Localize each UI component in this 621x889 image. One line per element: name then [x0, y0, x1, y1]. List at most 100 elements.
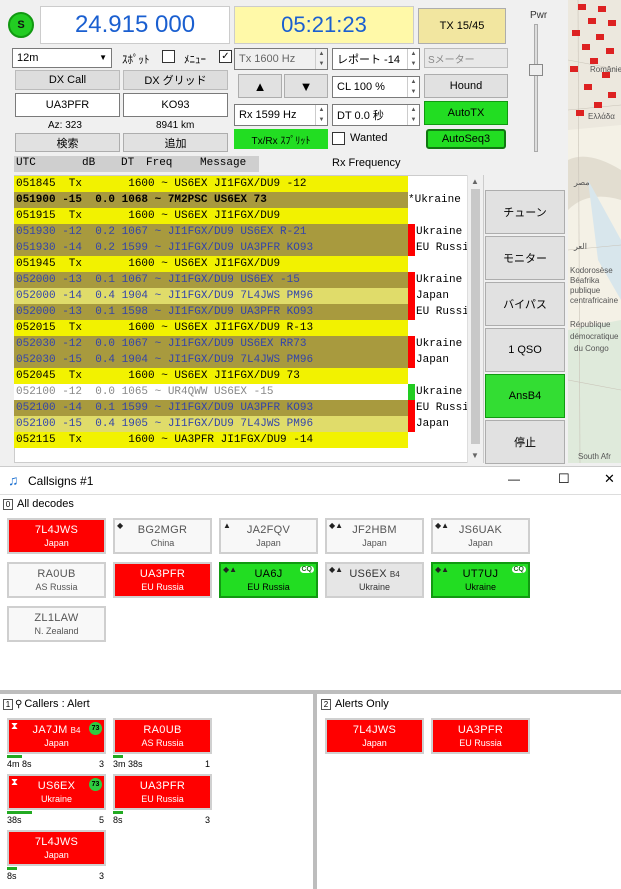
country-text: Japan — [44, 538, 69, 548]
decode-row[interactable]: 051930 -12 0.2 1067 ~ JI1FGX/DU9 US6EX R… — [14, 224, 408, 240]
rx-frequency-spinbox[interactable]: Rx 1599 Hz ▲ ▼ — [234, 104, 328, 126]
callsign-tile[interactable]: UA3PFR EU Russia — [431, 718, 530, 754]
callsign-tile[interactable]: ◆▲ US6EX B4 Ukraine — [325, 562, 424, 598]
callsign-tile[interactable]: ◆ BG2MGR China — [113, 518, 212, 554]
callsign-tile[interactable]: ◆▲ JF2HBM Japan — [325, 518, 424, 554]
callsign-tile[interactable]: RA0UB AS Russia — [113, 718, 212, 754]
map-label: South Afr — [578, 452, 611, 461]
power-slider[interactable] — [529, 24, 543, 152]
status-letter: S — [17, 19, 25, 31]
cl-spinbox[interactable]: CL 100 % ▲ ▼ — [332, 76, 420, 98]
decode-row[interactable]: 052030 -12 0.0 1067 ~ JI1FGX/DU9 US6EX R… — [14, 336, 408, 352]
decode-row-marker — [408, 288, 415, 304]
callsign-tile[interactable]: 7L4JWS Japan — [325, 718, 424, 754]
callsign-tile[interactable]: 7L4JWS Japan — [7, 518, 106, 554]
spot-checkbox[interactable] — [162, 50, 175, 63]
callsign-tile[interactable]: UA3PFR EU Russia — [113, 774, 212, 810]
right-button-5[interactable]: 停止 — [485, 420, 565, 464]
callsign-text: RA0UB — [143, 724, 182, 736]
search-button[interactable]: 検索 — [15, 133, 120, 152]
decode-row[interactable]: 052000 -13 0.1 1598 ~ JI1FGX/DU9 UA3PFR … — [14, 304, 408, 320]
autoseq-button[interactable]: AutoSeq3 — [426, 129, 506, 149]
decode-row[interactable]: 052000 -13 0.1 1067 ~ JI1FGX/DU9 US6EX -… — [14, 272, 408, 288]
country-text: Japan — [468, 538, 493, 548]
decode-row[interactable]: 051845 Tx 1600 ~ US6EX JI1FGX/DU9 -12 — [14, 176, 408, 192]
right-button-0[interactable]: チューン — [485, 190, 565, 234]
right-button-4[interactable]: AnsB4 — [485, 374, 565, 418]
power-slider-track — [534, 24, 538, 152]
decode-row[interactable]: 052000 -14 0.4 1904 ~ JI1FGX/DU9 7L4JWS … — [14, 288, 408, 304]
report-stepper[interactable]: ▲ ▼ — [407, 49, 419, 69]
decode-row[interactable]: 051945 Tx 1600 ~ US6EX JI1FGX/DU9 — [14, 256, 408, 272]
band-select[interactable]: 12m ▼ — [12, 48, 112, 68]
decode-row[interactable]: 052100 -15 0.4 1905 ~ JI1FGX/DU9 7L4JWS … — [14, 416, 408, 432]
callsign-tile[interactable]: UA3PFR EU Russia — [113, 562, 212, 598]
callsign-line: US6EX — [38, 780, 76, 792]
decode-row[interactable]: 052100 -12 0.0 1065 ~ UR4QWW US6EX -15 — [14, 384, 408, 400]
power-slider-handle[interactable] — [529, 64, 543, 76]
right-button-3[interactable]: 1 QSO — [485, 328, 565, 372]
callsign-line: UA3PFR — [458, 724, 503, 736]
decode-row[interactable]: 051930 -14 0.2 1599 ~ JI1FGX/DU9 UA3PFR … — [14, 240, 408, 256]
cl-stepper[interactable]: ▲ ▼ — [407, 77, 419, 97]
decode-row[interactable]: 052015 Tx 1600 ~ US6EX JI1FGX/DU9 R-13 — [14, 320, 408, 336]
callsign-tile[interactable]: ⧗ US6EX Ukraine 73 — [7, 774, 106, 810]
callsign-line: UA3PFR — [140, 780, 185, 792]
decode-row[interactable]: 052100 -14 0.1 1599 ~ JI1FGX/DU9 UA3PFR … — [14, 400, 408, 416]
callsign-tile[interactable]: ▲ JA2FQV Japan — [219, 518, 318, 554]
right-button-1[interactable]: モニター — [485, 236, 565, 280]
callsign-tile[interactable]: ⧗ JA7JM B4 Japan 73 — [7, 718, 106, 754]
scroll-thumb[interactable] — [471, 189, 480, 444]
callsign-tile[interactable]: ZL1LAW N. Zealand — [7, 606, 106, 642]
tx-frequency-spinbox[interactable]: Tx 1600 Hz ▲ ▼ — [234, 48, 328, 70]
decode-row[interactable]: 052045 Tx 1600 ~ US6EX JI1FGX/DU9 73 — [14, 368, 408, 384]
decode-row[interactable]: 051900 -15 0.0 1068 ~ 7M2PSC US6EX 73 — [14, 192, 408, 208]
report-spinbox[interactable]: レポート -14 ▲ ▼ — [332, 48, 420, 70]
callsign-line: UT7UJ — [463, 568, 499, 580]
txrx-split-toggle[interactable]: Tx/Rx ｽﾌﾟﾘｯﾄ — [234, 129, 328, 149]
map-label: démocratique — [570, 332, 619, 341]
diamond-triangle-icon: ▲ — [223, 521, 231, 530]
decode-row[interactable]: 052030 -15 0.4 1904 ~ JI1FGX/DU9 7L4JWS … — [14, 352, 408, 368]
frequency-value: 24.915 000 — [74, 11, 196, 38]
callsign-tile[interactable]: ◆▲ JS6UAK Japan — [431, 518, 530, 554]
scroll-down-icon[interactable]: ▼ — [471, 451, 479, 460]
decode-row[interactable]: 051915 Tx 1600 ~ US6EX JI1FGX/DU9 — [14, 208, 408, 224]
decode-row-marker — [408, 416, 415, 432]
freq-down-button[interactable]: ▼ — [284, 74, 328, 98]
callsign-tile[interactable]: 7L4JWS Japan — [7, 830, 106, 866]
header-freq: Freq — [146, 157, 173, 169]
callsign-tile[interactable]: ◆▲ UA6J EU Russia CQ — [219, 562, 318, 598]
close-icon[interactable]: ✕ — [604, 471, 615, 487]
callsigns-titlebar[interactable]: ♫ Callsigns #1 — ☐ ✕ — [0, 466, 621, 494]
decode-scrollbar[interactable]: ▲ ▼ — [467, 175, 483, 463]
callsign-tile[interactable]: ◆▲ UT7UJ Ukraine CQ — [431, 562, 530, 598]
freq-up-button[interactable]: ▲ — [238, 74, 282, 98]
dx-call-field[interactable]: UA3PFR — [15, 93, 120, 117]
tx-period-button[interactable]: TX 15/45 — [418, 8, 506, 44]
country-text: Japan — [362, 538, 387, 548]
callsign-line: BG2MGR — [138, 524, 187, 536]
hound-button[interactable]: Hound — [424, 74, 508, 98]
spot-label: ｽﾎﾟｯﾄ — [122, 54, 150, 66]
callsign-line: UA3PFR — [140, 568, 185, 580]
world-map: Românie Ελλάδα ﻣﺼﺮ ﺍﻟﻌﺮ Kodorosèse Béafr… — [568, 0, 621, 463]
dt-spinbox[interactable]: DT 0.0 秒 ▲ ▼ — [332, 104, 420, 126]
wanted-checkbox[interactable] — [332, 132, 345, 145]
caller-count: 3 — [205, 815, 211, 825]
rx-frequency-stepper[interactable]: ▲ ▼ — [315, 105, 327, 125]
menu-checkbox[interactable]: ✓ — [219, 50, 232, 63]
dt-stepper[interactable]: ▲ ▼ — [407, 105, 419, 125]
maximize-icon[interactable]: ☐ — [558, 471, 570, 487]
callsign-tile[interactable]: RA0UB AS Russia — [7, 562, 106, 598]
add-button[interactable]: 追加 — [123, 133, 228, 152]
decode-row[interactable]: 052115 Tx 1600 ~ UA3PFR JI1FGX/DU9 -14 — [14, 432, 408, 448]
scroll-up-icon[interactable]: ▲ — [471, 177, 479, 186]
dx-grid-field[interactable]: KO93 — [123, 93, 228, 117]
minimize-icon[interactable]: — — [508, 472, 520, 486]
callsign-text: JA2FQV — [246, 524, 291, 536]
tx-frequency-stepper[interactable]: ▲ ▼ — [315, 49, 327, 69]
right-button-2[interactable]: バイパス — [485, 282, 565, 326]
autotx-button[interactable]: AutoTX — [424, 101, 508, 125]
map-label: publique — [570, 286, 601, 295]
